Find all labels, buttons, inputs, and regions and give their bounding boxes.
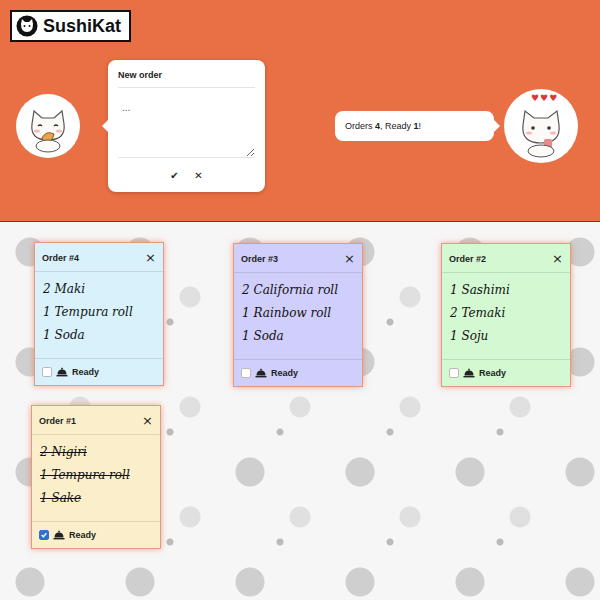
waiter-avatar: ♥♥♥ [504, 89, 578, 163]
order-note[interactable]: Order #3 × 2 California roll1 Rainbow roll… [233, 243, 363, 387]
dialog-title: New order [118, 70, 255, 88]
note-items: 2 Nigiri1 Tempura roll1 Sake [32, 435, 160, 521]
close-button[interactable]: × [344, 252, 355, 265]
order-item: 1 Rainbow roll [242, 302, 354, 325]
close-button[interactable]: × [142, 414, 153, 427]
note-footer: Ready [234, 359, 362, 386]
ready-label: Ready [69, 530, 96, 540]
service-bell-icon [463, 368, 475, 378]
note-footer: Ready [35, 358, 163, 385]
cat-eating-icon [16, 94, 80, 158]
service-bell-icon [53, 530, 65, 540]
logo[interactable]: SushiKat [10, 10, 131, 42]
note-footer: Ready [32, 521, 160, 548]
order-item: 2 Temaki [450, 302, 562, 325]
order-input[interactable] [118, 88, 255, 158]
order-note[interactable]: Order #1 × 2 Nigiri1 Tempura roll1 Sake Rea… [31, 405, 161, 549]
note-footer: Ready [442, 359, 570, 386]
order-item: 1 Sake [40, 487, 152, 510]
note-title: Order #4 [42, 253, 79, 263]
status-bubble: Orders 4, Ready 1! [335, 111, 494, 141]
order-item: 2 Maki [43, 278, 155, 301]
check-icon [40, 530, 48, 540]
note-title: Order #2 [449, 254, 486, 264]
note-header: Order #1 × [32, 406, 160, 435]
new-order-dialog: New order ✔✕ [108, 60, 265, 192]
note-items: 2 Maki1 Tempura roll1 Soda [35, 272, 163, 358]
ready-checkbox[interactable] [449, 368, 459, 378]
note-header: Order #4 × [35, 243, 163, 272]
status-text: 1 [414, 121, 419, 131]
order-note[interactable]: Order #4 × 2 Maki1 Tempura roll1 Soda Ready [34, 242, 164, 386]
chat-row: New order ✔✕ Orders 4, Ready 1! ♥♥♥ [10, 60, 600, 192]
logo-text: SushiKat [43, 16, 121, 37]
close-button[interactable]: × [552, 252, 563, 265]
cat-logo-icon [16, 15, 38, 37]
ready-label: Ready [72, 367, 99, 377]
note-header: Order #2 × [442, 244, 570, 273]
note-header: Order #3 × [234, 244, 362, 273]
order-item: 1 Soda [43, 324, 155, 347]
order-board: Order #4×2 Maki1 Tempura roll1 SodaReady… [0, 222, 600, 600]
order-item: 1 Soju [450, 325, 562, 348]
order-item: 1 Sashimi [450, 279, 562, 302]
ready-checkbox[interactable] [241, 368, 251, 378]
header-band: SushiKat New order ✔✕ Orders 4, Ready 1! ♥♥♥ [0, 0, 600, 222]
service-bell-icon [56, 367, 68, 377]
ready-checkbox[interactable] [39, 530, 49, 540]
note-items: 2 California roll1 Rainbow roll1 Soda [234, 273, 362, 359]
confirm-button[interactable]: ✔ [165, 166, 185, 184]
status-text: , Ready [380, 121, 414, 131]
dialog-buttons: ✔✕ [118, 158, 255, 184]
ready-checkbox[interactable] [42, 367, 52, 377]
note-items: 1 Sashimi2 Temaki1 Soju [442, 273, 570, 359]
status-text: ! [419, 121, 422, 131]
service-bell-icon [255, 368, 267, 378]
note-title: Order #3 [241, 254, 278, 264]
order-item: 2 California roll [242, 279, 354, 302]
status-text: Orders [345, 121, 375, 131]
app: SushiKat New order ✔✕ Orders 4, Ready 1! ♥♥♥… [0, 0, 600, 600]
close-button[interactable]: × [145, 251, 156, 264]
cook-avatar [16, 94, 80, 158]
status-text: 4 [375, 121, 380, 131]
order-item: 1 Soda [242, 325, 354, 348]
ready-label: Ready [271, 368, 298, 378]
ready-label: Ready [479, 368, 506, 378]
note-title: Order #1 [39, 416, 76, 426]
order-note[interactable]: Order #2 × 1 Sashimi2 Temaki1 Soju Ready [441, 243, 571, 387]
cancel-button[interactable]: ✕ [189, 166, 209, 184]
order-item: 1 Tempura roll [43, 301, 155, 324]
order-item: 1 Tempura roll [40, 464, 152, 487]
order-item: 2 Nigiri [40, 441, 152, 464]
hearts: ♥♥♥ [531, 93, 558, 103]
